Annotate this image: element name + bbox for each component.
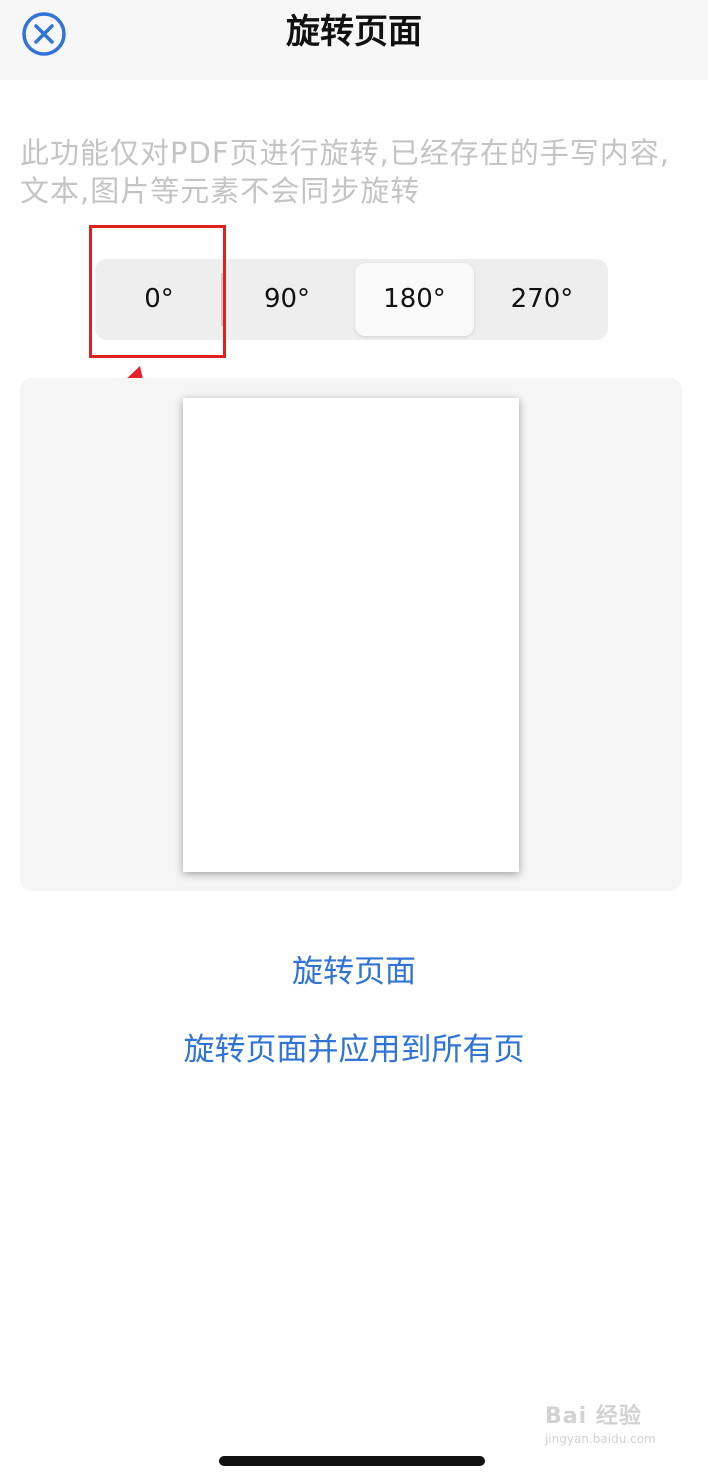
rotation-option-90[interactable]: 90° [225,263,349,336]
page-preview-area [20,378,682,891]
watermark-logo: Bai 经验 jingyan.baidu.com [545,1403,685,1453]
rotate-all-pages-button[interactable]: 旋转页面并应用到所有页 [0,1028,708,1072]
watermark-url: jingyan.baidu.com [545,1432,656,1446]
home-indicator[interactable] [219,1456,485,1466]
page-title: 旋转页面 [286,12,422,52]
header-bar: 旋转页面 [0,0,708,80]
pdf-page-thumbnail [183,398,519,872]
rotation-option-270[interactable]: 270° [480,263,604,336]
annotation-highlight-box [89,225,226,358]
rotate-page-button[interactable]: 旋转页面 [0,950,708,994]
rotation-option-180[interactable]: 180° [355,263,474,336]
description-text: 此功能仅对PDF页进行旋转,已经存在的手写内容,文本,图片等元素不会同步旋转 [20,136,670,208]
watermark-brand: Bai 经验 [545,1404,642,1429]
